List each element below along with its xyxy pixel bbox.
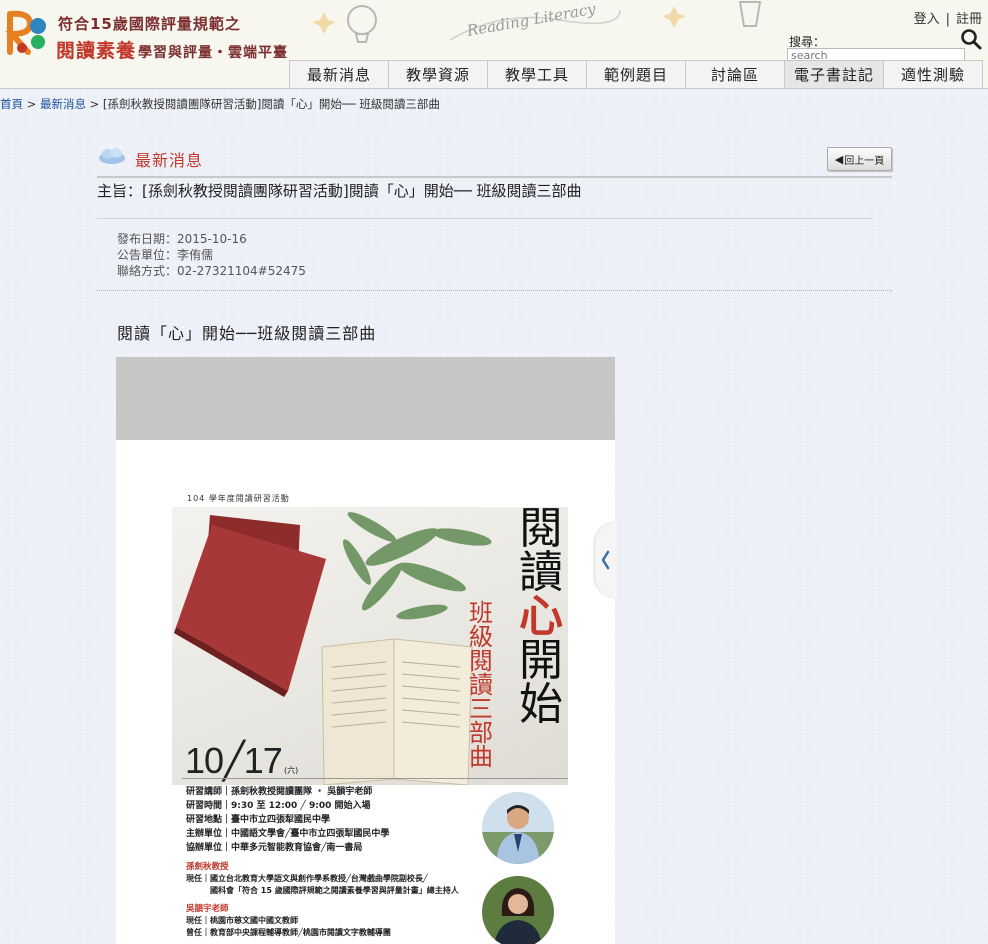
speaker1-name: 孫劍秋教授 <box>186 862 229 872</box>
poster-subtitle: 班 級 閱 讀 三 部 曲 <box>466 601 496 769</box>
poster-title-char: 開 <box>519 635 563 686</box>
auth-links: 登入 | 註冊 <box>914 8 982 27</box>
image-placeholder <box>116 357 615 440</box>
speaker2-bio: 現任｜桃園市慈文國中國文教師 <box>186 916 298 925</box>
event-time: 研習時間｜9:30 至 12:00 ╱ 9:00 開始入場 <box>186 801 371 811</box>
news-subject: 主旨：[孫劍秋教授閱讀團隊研習活動]閱讀「心」開始── 班級閱讀三部曲 <box>97 182 582 200</box>
poster-subtitle-char: 三 <box>469 695 493 723</box>
speaker1-bio: 國科會「符合 15 歲國際評規範之閱讀素養學習與評量計畫」總主持人 <box>186 886 459 895</box>
poster-subtitle-char: 級 <box>469 623 493 651</box>
back-button-label: 回上一頁 <box>844 155 885 167</box>
logo-title-main: 閱讀素養 <box>56 40 137 62</box>
poster-title-char: 心 <box>519 591 563 642</box>
nav-item-teaching-resources[interactable]: 教學資源 <box>388 60 487 88</box>
news-meta: 發布日期：2015-10-16 公告單位：李侑儒 聯絡方式：02-2732110… <box>117 231 306 279</box>
event-date: 10╱17 <box>185 740 283 781</box>
event-organizer: 主辦單位｜中國語文學會╱臺中市立四張犁國民中學 <box>186 829 390 839</box>
contact-info: 聯絡方式：02-27321104#52475 <box>117 264 306 278</box>
site-logo[interactable]: 符合15歲國際評量規範之 閱讀素養 學習與評量・雲端平臺 <box>4 8 304 63</box>
poster-title-char: 閱 <box>519 507 563 554</box>
speaker2-portrait <box>482 876 554 944</box>
breadcrumb-separator: > <box>26 97 37 111</box>
search-icon[interactable] <box>960 28 982 50</box>
nav-item-ebook-notes[interactable]: 電子書註記 <box>784 60 883 88</box>
nav-item-adaptive-test[interactable]: 適性測驗 <box>883 60 983 88</box>
section-title: 最新消息 <box>135 151 204 170</box>
poster-title-char: 始 <box>519 679 563 730</box>
main-nav: 最新消息 教學資源 教學工具 範例題目 討論區 電子書註記 適性測驗 <box>289 60 983 88</box>
event-weekday: (六) <box>284 766 299 775</box>
speaker1-bio: 現任｜國立台北教育大學語文與創作學系教授╱台灣戲曲學院副校長╱ <box>186 874 428 883</box>
poster-subtitle-char: 讀 <box>469 671 493 699</box>
chevron-left-icon <box>601 550 610 570</box>
section-header: 最新消息 ◀ 回上一頁 <box>97 144 892 178</box>
breadcrumb: 首頁 > 最新消息 > [孫劍秋教授閱讀團隊研習活動]閱讀「心」開始── 班級閱… <box>0 96 440 112</box>
publish-date: 發布日期：2015-10-16 <box>117 232 247 246</box>
poster-divider <box>182 778 568 779</box>
divider <box>97 290 892 291</box>
poster-subtitle-char: 閱 <box>469 647 493 675</box>
event-poster: 104 學年度閱讀研習活動 閱 讀 心 開 始 班 級 閱 讀 三 部 曲 10… <box>116 440 615 944</box>
nav-item-latest-news[interactable]: 最新消息 <box>289 60 388 88</box>
carousel-prev-button[interactable] <box>595 522 617 598</box>
site-header: Reading Literacy 符合15歲國際評量規範之 閱讀素養 學習與評量・… <box>0 0 988 89</box>
divider <box>97 218 872 219</box>
speaker2-bio: 曾任｜教育部中央課程輔導教師╱桃園市閱讀文字教輔導團 <box>186 928 391 937</box>
register-link[interactable]: 註冊 <box>956 12 982 27</box>
cloud-icon <box>99 148 125 164</box>
breadcrumb-section[interactable]: 最新消息 <box>40 97 86 111</box>
poster-subtitle-char: 班 <box>469 599 493 627</box>
header-decoration: Reading Literacy <box>312 0 762 43</box>
event-venue: 研習地點｜臺中市立四張犁國民中學 <box>186 815 331 825</box>
event-lecturer: 研習講師｜孫劍秋教授閱讀團隊 ・ 吳韻宇老師 <box>186 787 373 797</box>
breadcrumb-current: [孫劍秋教授閱讀團隊研習活動]閱讀「心」開始── 班級閱讀三部曲 <box>102 97 440 111</box>
event-co-organizer: 協辦單位｜中華多元智能教育協會╱南一書局 <box>186 843 363 853</box>
speaker2-name: 吳韻宇老師 <box>186 904 229 914</box>
article-title: 閱讀「心」開始──班級閱讀三部曲 <box>117 324 377 343</box>
speaker1-portrait <box>482 792 554 864</box>
breadcrumb-separator: > <box>89 97 100 111</box>
nav-item-teaching-tools[interactable]: 教學工具 <box>487 60 586 88</box>
poster-title: 閱 讀 心 開 始 <box>516 507 566 727</box>
poster-subtitle-char: 曲 <box>469 743 493 771</box>
logo-mark-icon <box>5 10 46 55</box>
poster-caption: 104 學年度閱讀研習活動 <box>187 494 290 503</box>
login-link[interactable]: 登入 <box>914 12 940 27</box>
back-arrow-icon: ◀ <box>834 152 844 166</box>
logo-title-sub: 學習與評量・雲端平臺 <box>138 45 289 61</box>
svg-text:Reading Literacy: Reading Literacy <box>465 0 598 40</box>
logo-tagline: 符合15歲國際評量規範之 <box>58 15 241 33</box>
publishing-unit: 公告單位：李侑儒 <box>117 248 214 262</box>
back-button[interactable]: ◀ 回上一頁 <box>827 147 892 171</box>
breadcrumb-home[interactable]: 首頁 <box>0 97 23 111</box>
logo-title: 閱讀素養 學習與評量・雲端平臺 <box>56 36 288 63</box>
poster-title-char: 讀 <box>519 547 563 598</box>
event-info: 研習講師｜孫劍秋教授閱讀團隊 ・ 吳韻宇老師 研習時間｜9:30 至 12:00… <box>186 785 459 939</box>
nav-item-forum[interactable]: 討論區 <box>685 60 784 88</box>
poster-subtitle-char: 部 <box>469 719 493 747</box>
auth-separator: | <box>945 12 950 27</box>
nav-item-sample-questions[interactable]: 範例題目 <box>586 60 685 88</box>
